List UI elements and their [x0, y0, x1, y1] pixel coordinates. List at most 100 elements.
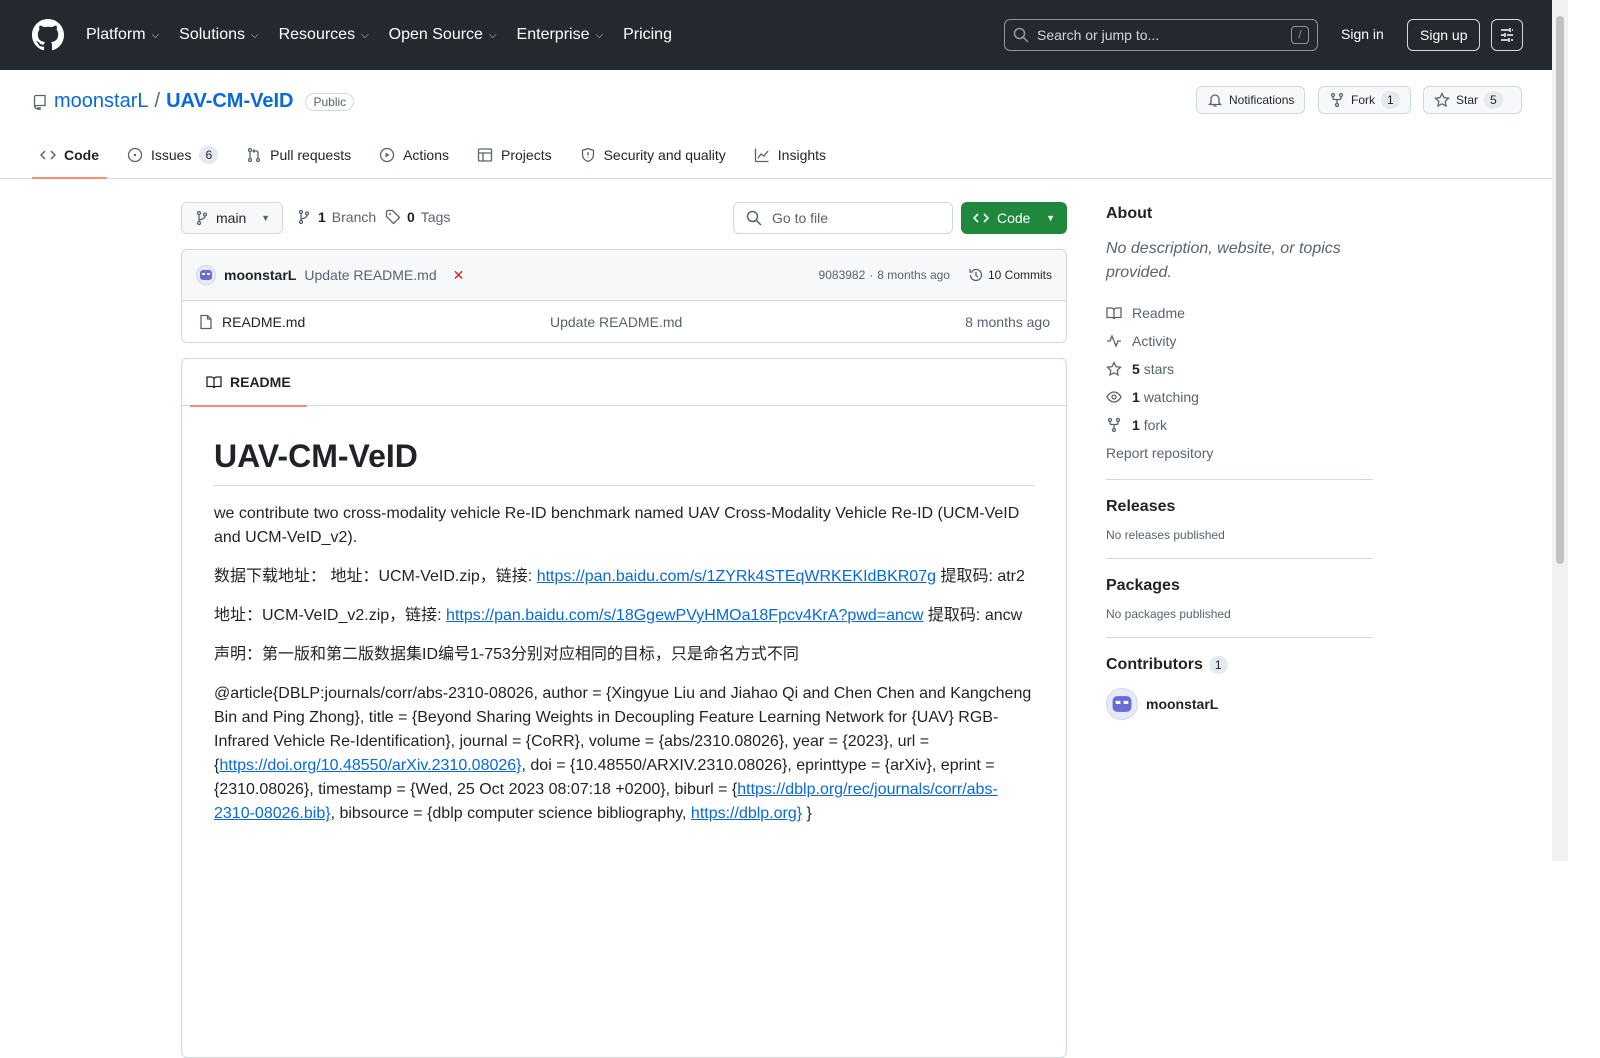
nav-item-label: Resources [278, 26, 356, 43]
menu-button[interactable] [1491, 19, 1523, 51]
commit-sha[interactable]: 9083982 [819, 268, 866, 282]
star-label: Star [1456, 93, 1479, 107]
search-placeholder: Search or jump to... [1037, 27, 1160, 43]
activity-link[interactable]: Activity [1106, 327, 1373, 355]
stars-count: 5 [1132, 361, 1140, 377]
sign-up-button[interactable]: Sign up [1407, 19, 1481, 51]
branches-link[interactable]: 1 Branch [296, 209, 376, 225]
go-to-file-input[interactable]: Go to file [733, 202, 953, 234]
graph-icon [754, 148, 769, 163]
fork-icon [1330, 92, 1344, 108]
about-description: No description, website, or topics provi… [1106, 240, 1341, 281]
divider [1106, 479, 1373, 480]
text: 数据下载地址： 地址：UCM-VeID.zip，链接: [214, 568, 537, 585]
sign-in-link[interactable]: Sign in [1341, 26, 1384, 42]
nav-item-pricing[interactable]: Pricing [623, 26, 672, 44]
readme-paragraph: we contribute two cross-modality vehicle… [214, 505, 1020, 546]
tab-issues[interactable]: Issues 6 [119, 131, 226, 179]
nav-item-solutions[interactable]: Solutions ⌵ [179, 26, 258, 44]
repo-owner-link[interactable]: moonstarL [54, 90, 149, 113]
contributor-item[interactable]: moonstarL [1106, 688, 1373, 720]
nav-item-label: Platform [86, 26, 146, 43]
tab-actions[interactable]: Actions [371, 131, 457, 179]
readme-statement: 声明：第一版和第二版数据集ID编号1-753分别对应相同的目标，只是命名方式不同 [214, 646, 799, 663]
stars-link[interactable]: 5 stars [1106, 355, 1373, 383]
contributors-title: Contributors [1106, 656, 1203, 673]
branch-icon [196, 210, 208, 226]
global-header: Platform ⌵ Solutions ⌵ Resources ⌵ Open Source… [0, 0, 1552, 70]
packages-heading[interactable]: Packages [1106, 577, 1373, 595]
tag-icon [385, 209, 401, 225]
tab-projects[interactable]: Projects [469, 131, 560, 179]
fork-count: 1 [1132, 417, 1140, 433]
pull-request-icon [248, 147, 261, 163]
notifications-button[interactable]: Notifications [1196, 86, 1306, 114]
scrollbar-thumb[interactable] [1556, 16, 1564, 564]
tab-insights[interactable]: Insights [746, 131, 834, 179]
tab-pull-requests[interactable]: Pull requests [238, 131, 359, 179]
branch-count: 1 [318, 209, 326, 225]
nav-item-enterprise[interactable]: Enterprise ⌵ [517, 26, 604, 44]
fork-count: 1 [1381, 91, 1400, 109]
commit-message[interactable]: Update README.md [304, 267, 436, 283]
commit-count: 10 Commits [987, 268, 1052, 282]
watchers-link[interactable]: 1 watching [1106, 383, 1373, 411]
about-heading: About [1106, 205, 1153, 222]
scrollbar[interactable] [1552, 0, 1568, 861]
repo-name-link[interactable]: UAV-CM-VeID [166, 90, 293, 113]
doi-link[interactable]: https://doi.org/10.48550/arXiv.2310.0802… [219, 757, 521, 774]
forks-link[interactable]: 1 fork [1106, 411, 1373, 439]
sidebar: About No description, website, or topics… [1106, 179, 1373, 720]
dblp-link[interactable]: https://dblp.org} [691, 805, 802, 822]
contributors-count: 1 [1208, 656, 1228, 674]
search-icon [746, 210, 762, 226]
search-input[interactable]: Search or jump to... / [1004, 19, 1318, 51]
breadcrumb-separator: / [154, 90, 161, 112]
readme-panel: README UAV-CM-VeID we contribute two cro… [181, 358, 1067, 1058]
nav-item-resources[interactable]: Resources ⌵ [279, 26, 369, 44]
tab-label: Pull requests [270, 147, 352, 163]
failed-status-icon[interactable]: ✕ [453, 267, 465, 284]
code-icon [973, 213, 989, 223]
readme-link[interactable]: Readme [1106, 299, 1373, 327]
branch-label: Branch [331, 209, 377, 225]
file-name-link[interactable]: README.md [222, 314, 550, 330]
eye-icon [1106, 391, 1122, 403]
star-count: 5 [1484, 91, 1503, 109]
no-packages-text: No packages published [1106, 607, 1231, 621]
commit-author[interactable]: moonstarL [224, 267, 296, 283]
readme-tab[interactable]: README [190, 359, 307, 407]
avatar[interactable] [196, 265, 216, 285]
readme-title: UAV-CM-VeID [214, 436, 1034, 486]
nav-item-platform[interactable]: Platform ⌵ [86, 26, 159, 44]
baidu-link-2[interactable]: https://pan.baidu.com/s/18GgewPVyHMOa18F… [446, 607, 923, 624]
releases-heading[interactable]: Releases [1106, 498, 1373, 516]
nav-item-label: Enterprise [516, 26, 590, 43]
readme-download-1: 数据下载地址： 地址：UCM-VeID.zip，链接: https://pan.… [214, 565, 1034, 589]
readme-link-label: Readme [1132, 305, 1185, 321]
github-logo-icon[interactable] [32, 19, 64, 51]
code-button[interactable]: Code ▼ [961, 202, 1067, 234]
commits-link[interactable]: 10 Commits [968, 267, 1052, 283]
tab-label: Code [64, 147, 99, 163]
readme-citation: @article{DBLP:journals/corr/abs-2310-080… [214, 682, 1034, 826]
nav-item-open-source[interactable]: Open Source ⌵ [389, 26, 497, 44]
tab-security-and-quality[interactable]: Security and quality [572, 131, 734, 179]
commit-meta-separator: · [869, 268, 874, 282]
baidu-link-1[interactable]: https://pan.baidu.com/s/1ZYRk4STEqWRKEKI… [537, 568, 936, 585]
stars-label: stars [1143, 361, 1175, 377]
file-browser: moonstarL Update README.md ✕ 9083982 · 8… [181, 249, 1067, 343]
fork-button[interactable]: Fork 1 [1318, 86, 1411, 114]
text: 提取码: atr2 [936, 568, 1025, 585]
report-repository-link[interactable]: Report repository [1106, 439, 1373, 467]
branch-select[interactable]: main ▼ [181, 202, 283, 234]
visibility-badge: Public [305, 92, 355, 111]
tab-label: Insights [777, 147, 827, 163]
contributors-heading[interactable]: Contributors 1 [1106, 656, 1373, 674]
text: } [802, 805, 812, 822]
tags-link[interactable]: 0 Tags [385, 209, 450, 225]
star-button[interactable]: Star 5 [1423, 86, 1522, 114]
repo-icon [33, 94, 46, 110]
file-commit-message[interactable]: Update README.md [550, 314, 682, 330]
tab-code[interactable]: Code [32, 131, 107, 179]
